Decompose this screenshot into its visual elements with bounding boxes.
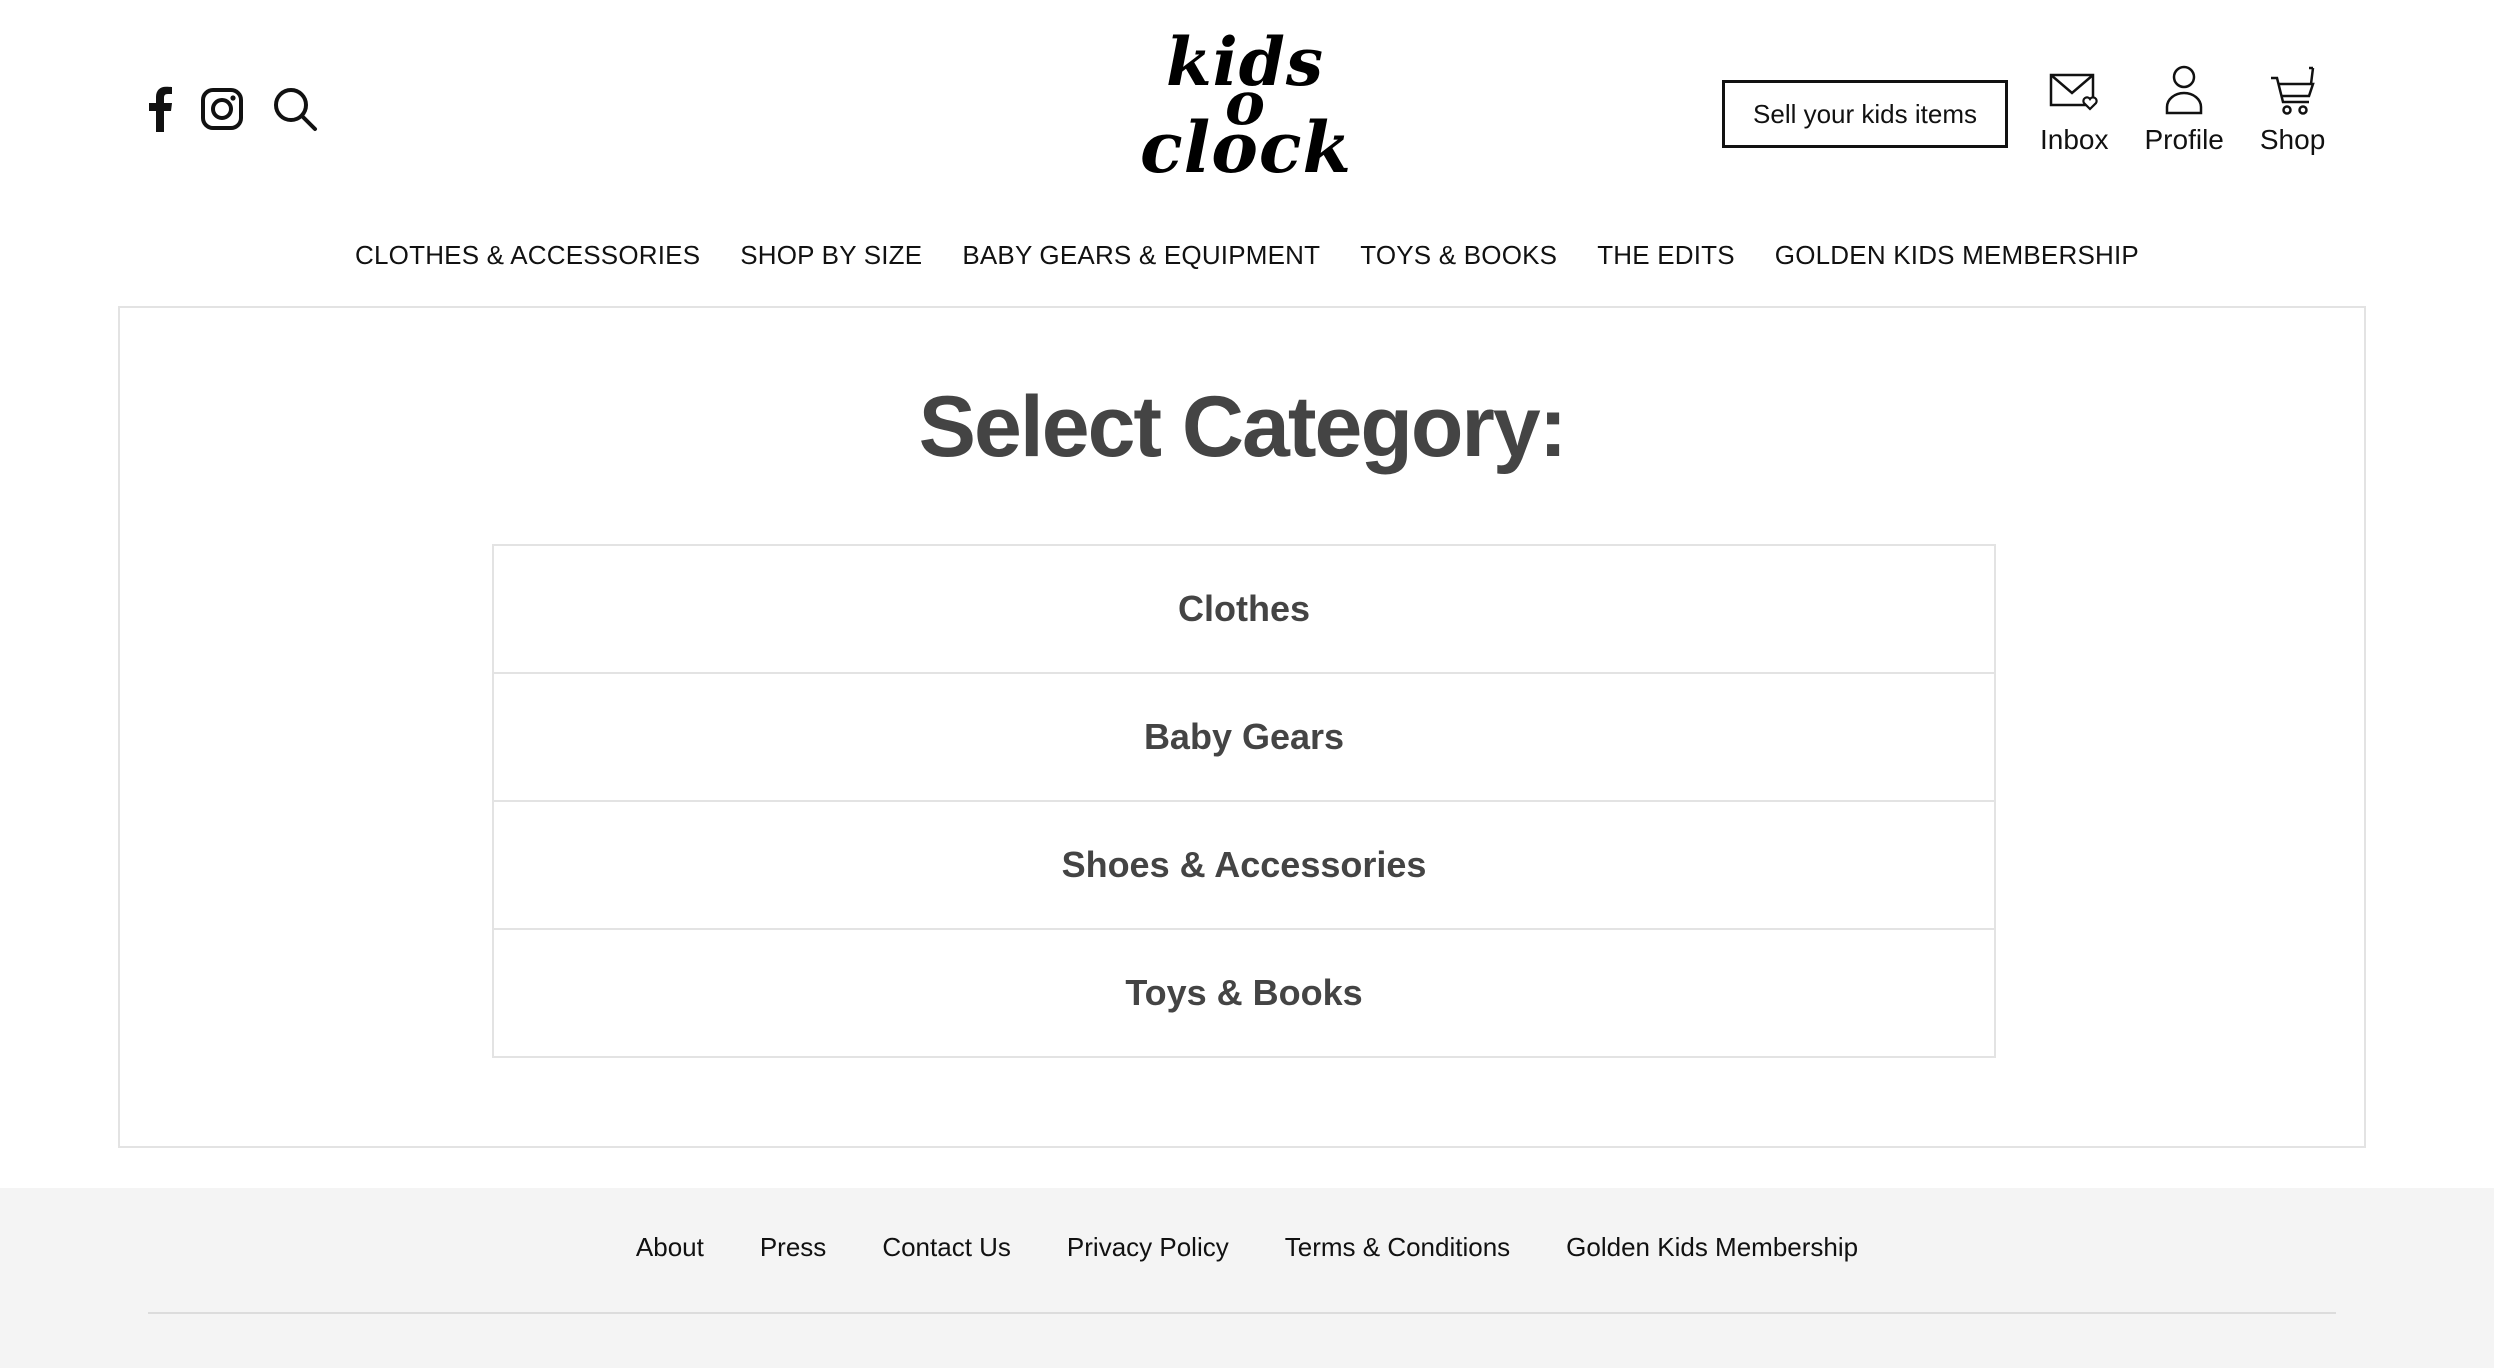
inbox-label: Inbox: [2040, 124, 2109, 155]
site-footer: About Press Contact Us Privacy Policy Te…: [0, 1188, 2494, 1368]
site-header: kids o clock Sell your kids items Inbox …: [0, 0, 2494, 210]
footer-links: About Press Contact Us Privacy Policy Te…: [0, 1232, 2494, 1263]
profile-icon: [2165, 65, 2203, 115]
main-nav: CLOTHES & ACCESSORIES SHOP BY SIZE BABY …: [0, 240, 2494, 271]
category-option-toys-books[interactable]: Toys & Books: [492, 928, 1996, 1058]
category-panel: Select Category: Clothes Baby Gears Shoe…: [118, 306, 2366, 1148]
cart-icon: [2270, 66, 2315, 115]
shop-link[interactable]: Shop: [2260, 64, 2325, 156]
inbox-link[interactable]: Inbox: [2040, 64, 2109, 156]
social-links: [148, 86, 346, 137]
instagram-icon[interactable]: [200, 87, 244, 136]
footer-link-about[interactable]: About: [636, 1232, 704, 1263]
page: kids o clock Sell your kids items Inbox …: [0, 0, 2494, 1368]
page-title: Select Category:: [918, 379, 1568, 475]
site-logo[interactable]: kids o clock: [1140, 29, 1353, 189]
facebook-icon[interactable]: [148, 86, 172, 137]
category-option-clothes[interactable]: Clothes: [492, 544, 1996, 674]
category-option-baby-gears[interactable]: Baby Gears: [492, 672, 1996, 802]
profile-link[interactable]: Profile: [2145, 64, 2224, 156]
shop-label: Shop: [2259, 124, 2326, 155]
nav-baby-gears-equipment[interactable]: BABY GEARS & EQUIPMENT: [962, 240, 1320, 271]
footer-link-golden-kids-membership[interactable]: Golden Kids Membership: [1566, 1232, 1858, 1263]
footer-divider: [148, 1312, 2336, 1314]
footer-link-press[interactable]: Press: [760, 1232, 826, 1263]
user-nav: Inbox Profile Shop: [2040, 64, 2361, 156]
footer-link-privacy-policy[interactable]: Privacy Policy: [1067, 1232, 1229, 1263]
footer-link-terms-conditions[interactable]: Terms & Conditions: [1285, 1232, 1510, 1263]
nav-the-edits[interactable]: THE EDITS: [1597, 240, 1735, 271]
profile-label: Profile: [2144, 124, 2224, 155]
nav-shop-by-size[interactable]: SHOP BY SIZE: [740, 240, 922, 271]
nav-golden-kids-membership[interactable]: GOLDEN KIDS MEMBERSHIP: [1775, 240, 2139, 271]
inbox-icon: [2050, 73, 2098, 111]
nav-toys-books[interactable]: TOYS & BOOKS: [1360, 240, 1557, 271]
category-option-shoes-accessories[interactable]: Shoes & Accessories: [492, 800, 1996, 930]
search-icon[interactable]: [272, 86, 318, 137]
footer-link-contact-us[interactable]: Contact Us: [882, 1232, 1011, 1263]
nav-clothes-accessories[interactable]: CLOTHES & ACCESSORIES: [355, 240, 700, 271]
logo-line-3: clock: [1140, 106, 1353, 189]
category-list: Clothes Baby Gears Shoes & Accessories T…: [492, 544, 1996, 1058]
sell-items-button[interactable]: Sell your kids items: [1722, 80, 2008, 148]
